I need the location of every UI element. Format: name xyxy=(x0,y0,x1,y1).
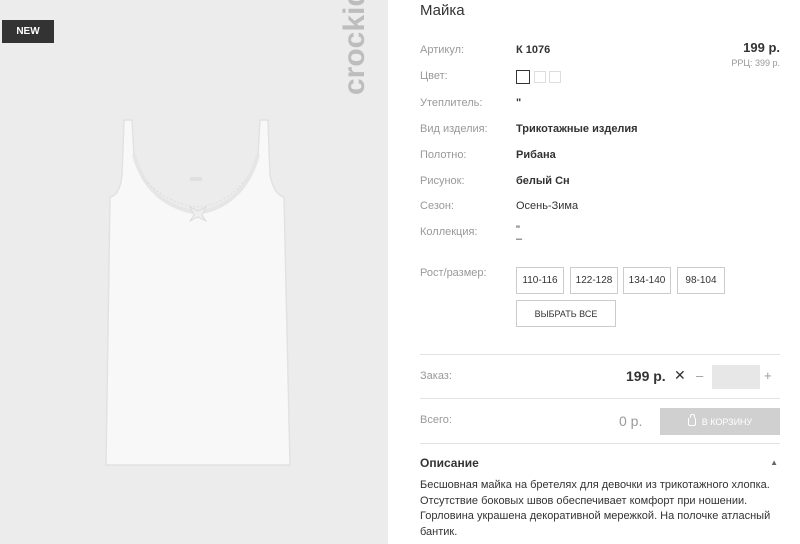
color-swatch-1[interactable] xyxy=(516,70,530,84)
order-label: Заказ: xyxy=(420,370,452,382)
total-label: Всего: xyxy=(420,414,452,426)
color-label: Цвет: xyxy=(420,70,448,82)
article-row: Артикул: К 1076 xyxy=(420,44,780,62)
pattern-label: Рисунок: xyxy=(420,175,465,187)
product-price: 199 р. xyxy=(743,40,780,55)
season-row: Сезон: Осень-Зима xyxy=(420,200,780,218)
size-option-134-140[interactable]: 134-140 xyxy=(623,267,671,294)
type-label: Вид изделия: xyxy=(420,123,488,135)
product-details: Майка Артикул: К 1076 199 р. РРЦ: 399 р.… xyxy=(420,0,780,544)
insulation-value: " xyxy=(516,97,522,109)
color-swatch-3[interactable] xyxy=(549,71,561,83)
collection-label: Коллекция: xyxy=(420,226,478,238)
add-to-cart-button[interactable]: В КОРЗИНУ xyxy=(660,408,780,435)
type-value: Трикотажные изделия xyxy=(516,123,638,135)
season-label: Сезон: xyxy=(420,200,454,212)
fabric-label: Полотно: xyxy=(420,149,467,161)
product-image[interactable] xyxy=(98,115,294,467)
new-badge: NEW xyxy=(2,20,54,43)
description-text: Бесшовная майка на бретелях для девочки … xyxy=(420,479,771,538)
insulation-label: Утеплитель: xyxy=(420,97,483,109)
size-label: Рост/размер: xyxy=(420,267,487,279)
collection-row: Коллекция: " – xyxy=(420,225,780,245)
pattern-value: белый Сн xyxy=(516,175,570,187)
total-value: 0 р. xyxy=(619,413,643,429)
size-option-110-116[interactable]: 110-116 xyxy=(516,267,564,294)
shopping-bag-icon xyxy=(687,413,696,426)
description-title[interactable]: Описание xyxy=(420,456,479,470)
divider xyxy=(420,443,780,444)
product-gallery: NEW crockid xyxy=(0,0,388,544)
collection-value: " – xyxy=(516,225,523,245)
order-price: 199 р. xyxy=(626,368,666,384)
color-swatch-2[interactable] xyxy=(534,71,546,83)
add-to-cart-label: В КОРЗИНУ xyxy=(701,416,753,427)
season-value: Осень-Зима xyxy=(516,200,579,212)
size-option-98-104[interactable]: 98-104 xyxy=(677,267,725,294)
fabric-row: Полотно: Рибана xyxy=(420,149,780,167)
collection-value-line2: – xyxy=(516,233,523,245)
product-title: Майка xyxy=(420,2,465,19)
article-value: К 1076 xyxy=(516,44,551,56)
times-icon: ✕ xyxy=(674,367,686,383)
recommended-price: РРЦ: 399 р. xyxy=(731,58,780,68)
article-label: Артикул: xyxy=(420,44,465,56)
increment-button[interactable]: + xyxy=(764,368,772,383)
size-option-122-128[interactable]: 122-128 xyxy=(570,267,618,294)
pattern-row: Рисунок: белый Сн xyxy=(420,175,780,193)
brand-logo: crockid xyxy=(338,0,371,95)
divider xyxy=(420,398,780,399)
divider xyxy=(420,354,780,355)
decrement-button[interactable]: – xyxy=(696,368,703,383)
color-row: Цвет: xyxy=(420,70,780,88)
select-all-button[interactable]: ВЫБРАТЬ ВСЕ xyxy=(516,300,616,327)
type-row: Вид изделия: Трикотажные изделия xyxy=(420,123,780,141)
collapse-arrow-icon[interactable]: ▲ xyxy=(770,458,778,467)
quantity-input[interactable] xyxy=(712,365,760,389)
insulation-row: Утеплитель: " xyxy=(420,97,780,115)
fabric-value: Рибана xyxy=(516,149,556,161)
